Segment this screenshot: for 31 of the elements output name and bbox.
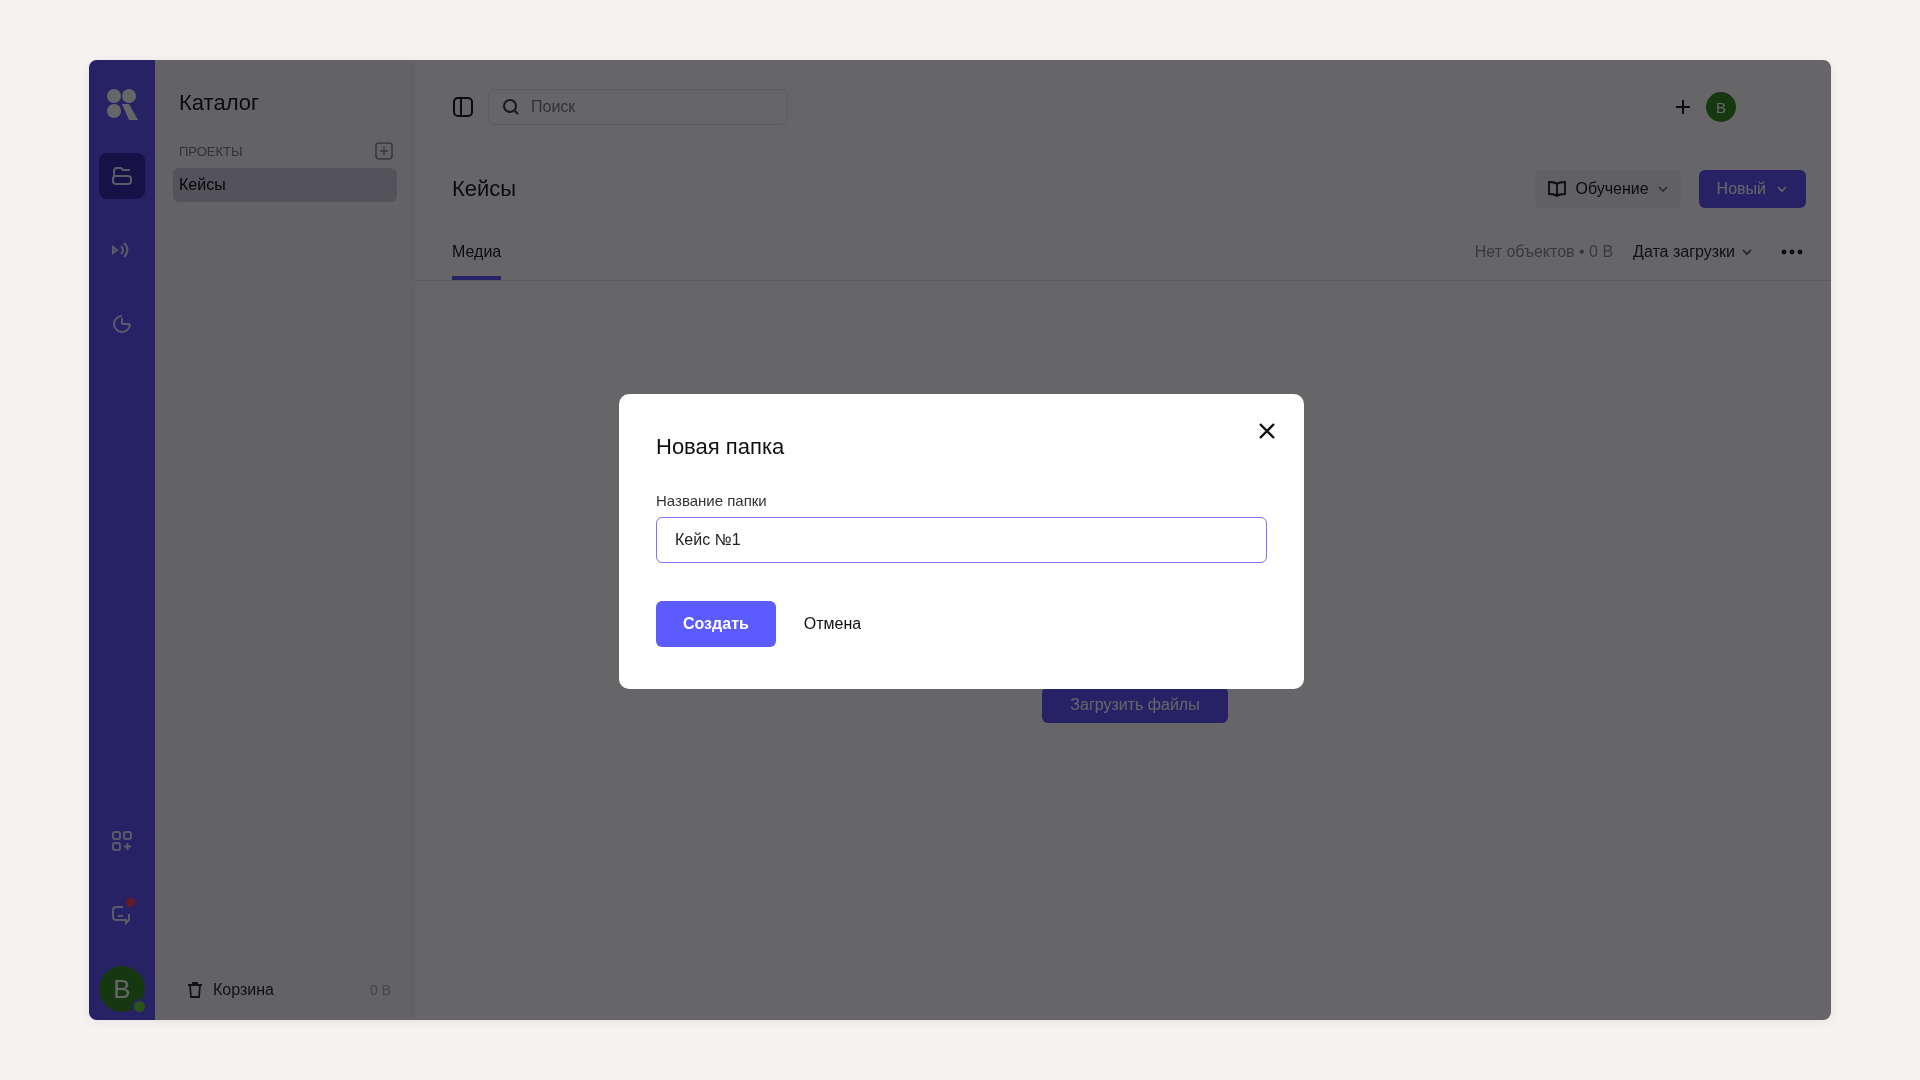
chart-icon bbox=[110, 312, 134, 336]
field-label: Название папки bbox=[656, 492, 768, 509]
close-icon bbox=[1258, 422, 1276, 440]
trash-icon bbox=[185, 980, 205, 1000]
create-button[interactable]: Создать bbox=[656, 601, 776, 647]
learn-button[interactable]: Обучение bbox=[1535, 170, 1681, 208]
plus-icon[interactable] bbox=[1674, 98, 1692, 116]
trash-link[interactable]: Корзина bbox=[213, 981, 362, 999]
search-icon bbox=[502, 98, 520, 116]
logo-icon bbox=[105, 87, 139, 121]
dialog-title: Новая папка bbox=[656, 434, 786, 460]
sort-dropdown[interactable]: Дата загрузки bbox=[1633, 243, 1753, 261]
more-icon[interactable] bbox=[1781, 249, 1803, 255]
chevron-down-icon bbox=[1741, 246, 1753, 258]
nav-button[interactable] bbox=[99, 153, 145, 199]
add-icon[interactable] bbox=[375, 142, 393, 160]
chevron-down-icon bbox=[1656, 183, 1669, 195]
input-field[interactable]: Кейс №1 bbox=[656, 517, 1267, 563]
cancel-button[interactable]: Отмена bbox=[803, 615, 862, 633]
upload-button[interactable]: Загрузить файлы bbox=[1042, 687, 1228, 723]
sidebar-title: Каталог bbox=[178, 90, 260, 116]
new-button[interactable]: Новый bbox=[1698, 170, 1806, 208]
tab[interactable]: Медиа bbox=[452, 224, 502, 280]
chevron-down-icon bbox=[1776, 183, 1788, 195]
apps-icon bbox=[110, 829, 134, 853]
book-icon bbox=[1547, 179, 1568, 199]
user-avatar[interactable]: B bbox=[99, 966, 145, 1012]
page-title: Кейсы bbox=[452, 176, 517, 202]
sidebar-toggle-icon[interactable] bbox=[452, 96, 474, 118]
user-avatar[interactable]: B bbox=[1706, 92, 1736, 122]
sidebar-item[interactable]: Кейсы bbox=[173, 168, 397, 202]
